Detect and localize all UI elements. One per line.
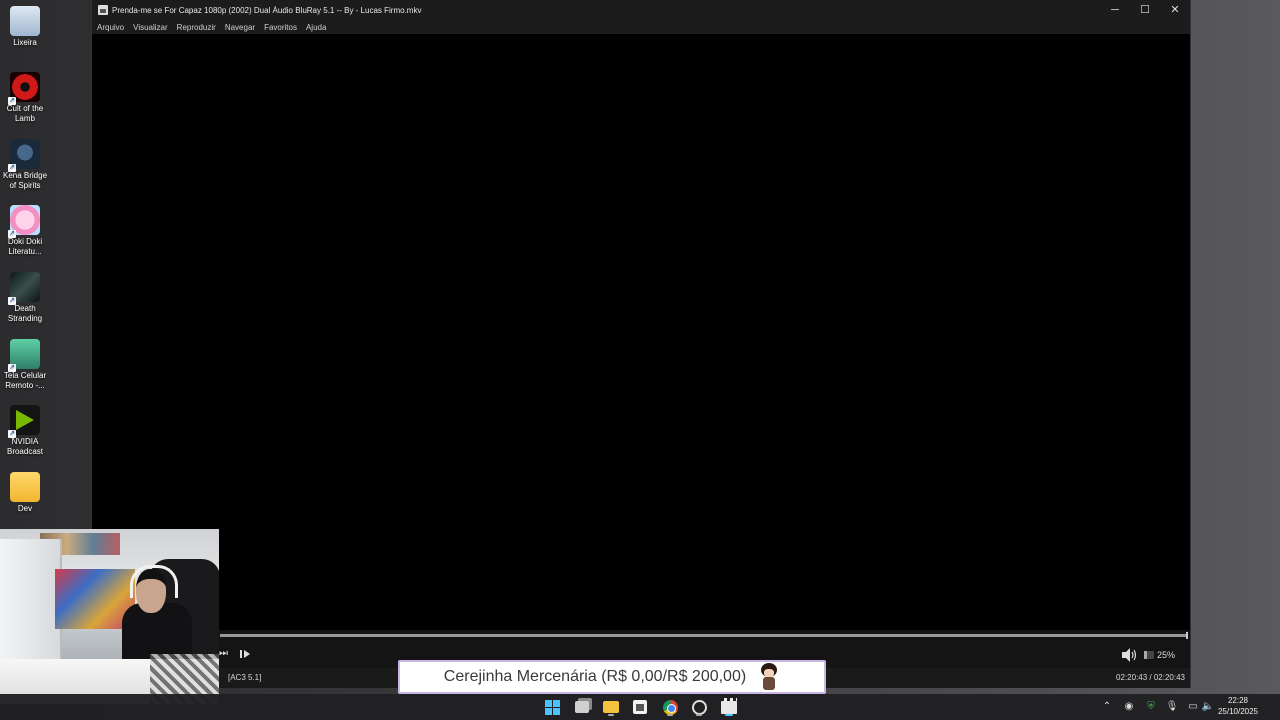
media-player-window: Prenda-me se For Capaz 1080p (2002) Dual…	[91, 0, 1191, 688]
desktop-icon-lixeira[interactable]: Lixeira	[0, 6, 50, 48]
death-stranding-icon: ↗	[8, 272, 40, 305]
store-button[interactable]	[630, 697, 650, 717]
doki-doki-icon: ↗	[8, 205, 40, 238]
desktop-icon-cult-of-the-lamb[interactable]: ↗ Cult of the Lamb	[0, 72, 50, 124]
time-display: 02:20:43 / 02:20:43	[1116, 673, 1185, 682]
seek-track[interactable]	[220, 632, 1188, 639]
shortcut-arrow-icon: ↗	[8, 364, 16, 372]
donation-goal-text: Cerejinha Mercenária (R$ 0,00/R$ 200,00)	[443, 668, 747, 685]
maximize-button[interactable]: ☐	[1130, 0, 1160, 20]
store-icon	[633, 700, 647, 714]
volume-level	[1144, 651, 1147, 659]
menu-reproduzir[interactable]: Reproduzir	[172, 23, 220, 32]
chrome-button[interactable]	[660, 697, 680, 717]
video-area[interactable]	[92, 34, 1190, 630]
clock-date: 25/10/2025	[1217, 707, 1259, 716]
close-button[interactable]: ✕	[1160, 0, 1190, 20]
discord-icon[interactable]: ◉	[1122, 700, 1136, 714]
headset-icon	[130, 565, 178, 598]
skip-next-icon[interactable]: ⏭	[219, 648, 228, 659]
volume-icon[interactable]	[1120, 647, 1138, 663]
running-indicator	[608, 714, 614, 716]
active-indicator	[725, 714, 733, 716]
file-explorer-icon	[603, 701, 619, 713]
desktop-icon-label: Death Stranding	[7, 304, 43, 323]
audio-track: [AC3 5.1]	[228, 673, 262, 682]
taskbar: ⌃ ◉ ⛨ 🎙 ▭ 🔈 22:28 25/10/2025	[0, 694, 1280, 720]
webcam-overlay	[0, 529, 219, 704]
shortcut-arrow-icon: ↗	[8, 164, 16, 172]
desktop-icon-nvidia-broadcast[interactable]: ↗ NVIDIA Broadcast	[0, 405, 50, 457]
running-indicator	[696, 714, 702, 716]
obs-button[interactable]	[689, 697, 709, 717]
minimize-button[interactable]: ─	[1100, 0, 1130, 20]
start-icon	[544, 699, 560, 715]
seek-thumb[interactable]	[1186, 632, 1188, 639]
menu-favoritos[interactable]: Favoritos	[259, 23, 301, 32]
desktop-icon-label: Dev	[17, 504, 33, 513]
menu-visualizar[interactable]: Visualizar	[128, 23, 172, 32]
clock-time: 22:28	[1227, 696, 1249, 705]
menu-arquivo[interactable]: Arquivo	[92, 23, 128, 32]
phone-mirror-icon: ↗	[8, 339, 40, 372]
desktop-icon-label: Doki Doki Literatu...	[7, 237, 43, 256]
start-button[interactable]	[542, 697, 562, 717]
chibi-face	[764, 669, 775, 677]
chibi-body	[763, 677, 776, 690]
desktop-icon-dev[interactable]: Dev	[0, 472, 50, 514]
menu-bar: Arquivo Visualizar Reproduzir Navegar Fa…	[92, 20, 1190, 34]
network-icon[interactable]: ▭	[1186, 700, 1200, 714]
desktop-icon-label: Kena Bridge of Spirits	[2, 171, 48, 190]
menu-navegar[interactable]: Navegar	[220, 23, 259, 32]
chrome-icon	[662, 699, 678, 715]
media-player-app-icon	[98, 5, 108, 15]
obs-icon	[691, 699, 707, 715]
volume-slider[interactable]	[1144, 651, 1154, 659]
chibi-character-icon	[758, 663, 780, 691]
nvidia-broadcast-icon: ↗	[8, 405, 40, 438]
kena-icon: ↗	[8, 139, 40, 172]
seek-bar[interactable]	[92, 630, 1190, 642]
task-view-button[interactable]	[572, 697, 592, 717]
microphone-icon[interactable]: 🎙	[1165, 700, 1179, 714]
donation-goal-banner: Cerejinha Mercenária (R$ 0,00/R$ 200,00)	[398, 660, 826, 694]
volume-percent: 25%	[1157, 650, 1176, 660]
desktop-icon-kena[interactable]: ↗ Kena Bridge of Spirits	[0, 139, 50, 191]
desktop-icon-label: NVIDIA Broadcast	[6, 437, 44, 456]
media-player-taskbar-button[interactable]	[719, 697, 739, 717]
seek-progress	[220, 632, 1188, 639]
recycle-bin-icon	[10, 6, 40, 36]
shortcut-arrow-icon: ↗	[8, 97, 16, 105]
media-player-icon	[721, 697, 737, 714]
file-explorer-button[interactable]	[601, 697, 621, 717]
menu-ajuda[interactable]: Ajuda	[301, 23, 330, 32]
desktop-icon-label: Cult of the Lamb	[6, 104, 44, 123]
play-pause-button[interactable]	[239, 648, 251, 663]
running-indicator	[667, 714, 673, 716]
desktop-icon-tela-celular[interactable]: ↗ Tela Celular Remoto -...	[0, 339, 50, 391]
chevron-up-icon[interactable]: ⌃	[1100, 700, 1114, 714]
security-shield-icon[interactable]: ⛨	[1144, 700, 1158, 714]
window-title: Prenda-me se For Capaz 1080p (2002) Dual…	[112, 5, 422, 15]
shortcut-arrow-icon: ↗	[8, 430, 16, 438]
folder-icon	[10, 472, 40, 502]
shortcut-arrow-icon: ↗	[8, 230, 16, 238]
desktop-icon-doki-doki[interactable]: ↗ Doki Doki Literatu...	[0, 205, 50, 257]
step-play-icon	[240, 650, 250, 658]
desktop-icon-death-stranding[interactable]: ↗ Death Stranding	[0, 272, 50, 324]
task-view-icon	[575, 701, 589, 713]
system-clock[interactable]: 22:28 25/10/2025	[1208, 694, 1268, 717]
shortcut-arrow-icon: ↗	[8, 297, 16, 305]
desktop-icon-label: Lixeira	[13, 38, 37, 47]
desktop-icon-label: Tela Celular Remoto -...	[3, 371, 47, 390]
title-bar[interactable]: Prenda-me se For Capaz 1080p (2002) Dual…	[92, 0, 1190, 20]
cult-of-the-lamb-icon: ↗	[8, 72, 40, 105]
